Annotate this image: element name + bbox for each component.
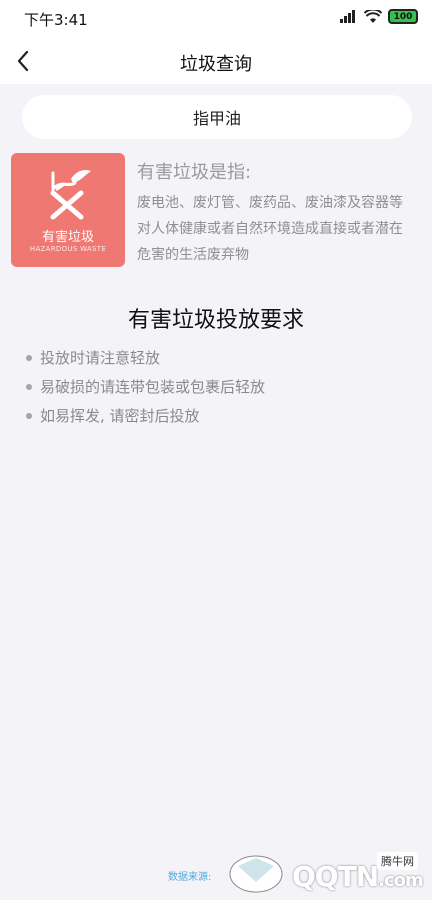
category-english: HAZARDOUS WASTE bbox=[29, 245, 107, 253]
requirement-text: 投放时请注意轻放 bbox=[40, 349, 161, 367]
bullet-icon bbox=[26, 412, 32, 419]
category-name: 有害垃圾 bbox=[41, 230, 94, 245]
watermark-brand: QQTN bbox=[292, 860, 379, 893]
status-bar: 下午3:41 100 bbox=[0, 0, 432, 38]
search-query: 指甲油 bbox=[192, 109, 241, 128]
search-input[interactable]: 指甲油 bbox=[22, 95, 412, 139]
battery-level: 100 bbox=[393, 11, 413, 22]
page-title: 垃圾查询 bbox=[180, 54, 252, 75]
bullet-icon bbox=[26, 354, 32, 361]
list-item: 投放时请注意轻放 bbox=[26, 343, 265, 372]
requirements-list: 投放时请注意轻放 易破损的请连带包装或包裹后轻放 如易挥发, 请密封后投放 bbox=[26, 343, 265, 430]
status-time: 下午3:41 bbox=[24, 11, 88, 29]
data-source-label: 数据来源: bbox=[168, 872, 212, 883]
definition-text: 废电池、废灯管、废药品、废油漆及容器等对人体健康或者自然环境造成直接或者潜在危害… bbox=[137, 195, 403, 263]
signal-icon bbox=[340, 10, 355, 23]
watermark-suffix: .com bbox=[378, 870, 424, 891]
watermark-logo-icon bbox=[229, 855, 283, 893]
hazardous-waste-icon bbox=[50, 169, 91, 220]
requirements-title: 有害垃圾投放要求 bbox=[127, 308, 304, 333]
requirement-text: 如易挥发, 请密封后投放 bbox=[40, 407, 200, 425]
nav-bar: 垃圾查询 bbox=[0, 38, 432, 84]
status-icons: 100 bbox=[340, 9, 418, 24]
bullet-icon bbox=[26, 383, 32, 390]
list-item: 如易挥发, 请密封后投放 bbox=[26, 401, 265, 430]
definition-title: 有害垃圾是指: bbox=[137, 162, 252, 183]
watermark: QQTN.com 腾牛网 bbox=[222, 842, 432, 900]
requirement-text: 易破损的请连带包装或包裹后轻放 bbox=[40, 378, 266, 396]
battery-icon: 100 bbox=[388, 9, 418, 24]
watermark-badge: 腾牛网 bbox=[377, 852, 418, 870]
category-card: 有害垃圾 HAZARDOUS WASTE bbox=[11, 153, 125, 267]
wifi-icon bbox=[364, 9, 382, 23]
list-item: 易破损的请连带包装或包裹后轻放 bbox=[26, 372, 265, 401]
